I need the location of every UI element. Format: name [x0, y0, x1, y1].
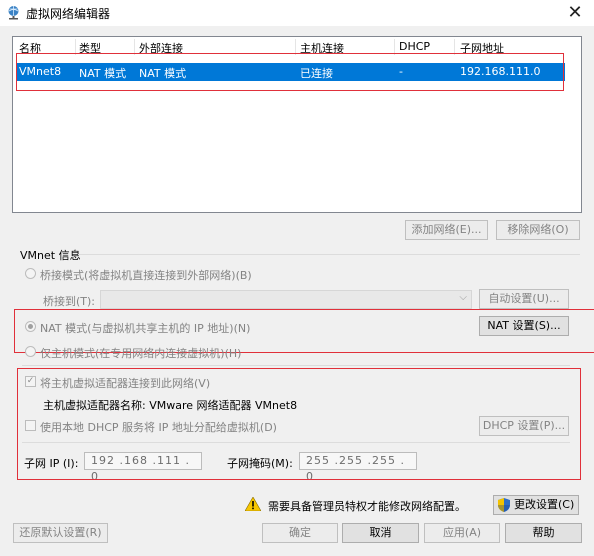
nat-label: NAT 模式(与虚拟机共享主机的 IP 地址)(N): [40, 322, 251, 335]
nat-settings-button[interactable]: NAT 设置(S)...: [479, 316, 569, 336]
cell-dhcp: -: [399, 65, 403, 78]
help-button[interactable]: 帮助: [505, 523, 582, 543]
ok-button[interactable]: 确定: [262, 523, 338, 543]
divider: [22, 365, 570, 366]
change-settings-label: 更改设置(C): [514, 498, 575, 511]
uac-shield-icon: [498, 498, 510, 512]
subnet-ip-label: 子网 IP (I):: [24, 457, 79, 470]
bridged-label: 桥接模式(将虚拟机直接连接到外部网络)(B): [40, 269, 252, 282]
warning-icon: [245, 497, 261, 511]
cell-subnet: 192.168.111.0: [460, 65, 541, 78]
connect-adapter-label: 将主机虚拟适配器连接到此网络(V): [40, 377, 211, 390]
cell-external: NAT 模式: [139, 67, 187, 80]
restore-defaults-button[interactable]: 还原默认设置(R): [13, 523, 108, 543]
subnet-ip-field[interactable]: 192 .168 .111 . 0: [84, 452, 202, 483]
column-header-dhcp[interactable]: DHCP: [399, 40, 430, 53]
vmnet-info-label: VMnet 信息: [20, 249, 81, 262]
connect-adapter-checkbox[interactable]: ✓: [25, 376, 36, 387]
table-row[interactable]: VMnet8 NAT 模式 NAT 模式 已连接 - 192.168.111.0: [17, 63, 565, 81]
dhcp-settings-button[interactable]: DHCP 设置(P)...: [479, 416, 569, 436]
bridge-to-select[interactable]: ⌵: [100, 290, 472, 309]
column-header-type[interactable]: 类型: [79, 40, 101, 56]
subnet-mask-field[interactable]: 255 .255 .255 . 0: [299, 452, 417, 483]
remove-network-button[interactable]: 移除网络(O): [496, 220, 580, 240]
bridge-to-label: 桥接到(T):: [43, 295, 96, 308]
title-bar: 虚拟网络编辑器 ✕: [0, 0, 594, 26]
close-icon: ✕: [567, 2, 583, 23]
cell-name: VMnet8: [19, 65, 62, 78]
cell-type: NAT 模式: [79, 67, 127, 80]
column-header-external[interactable]: 外部连接: [139, 40, 183, 56]
group-divider: [78, 254, 580, 255]
dhcp-checkbox[interactable]: [25, 420, 36, 431]
divider: [22, 442, 570, 443]
window-title: 虚拟网络编辑器: [26, 7, 111, 21]
bridged-radio[interactable]: [25, 268, 36, 279]
list-header: 名称 类型 外部连接 主机连接 DHCP 子网地址: [13, 37, 581, 57]
auto-settings-button[interactable]: 自动设置(U)...: [479, 289, 569, 309]
add-network-button[interactable]: 添加网络(E)...: [405, 220, 488, 240]
cell-host: 已连接: [300, 67, 333, 80]
apply-button[interactable]: 应用(A): [424, 523, 500, 543]
column-header-subnet[interactable]: 子网地址: [460, 40, 504, 56]
chevron-down-icon: ⌵: [459, 292, 467, 303]
column-header-host[interactable]: 主机连接: [300, 40, 344, 56]
hostonly-radio[interactable]: [25, 346, 36, 357]
close-button[interactable]: ✕: [560, 1, 590, 25]
change-settings-button[interactable]: 更改设置(C): [493, 495, 579, 515]
column-header-name[interactable]: 名称: [19, 40, 41, 56]
dhcp-label: 使用本地 DHCP 服务将 IP 地址分配给虚拟机(D): [40, 421, 277, 434]
hostonly-label: 仅主机模式(在专用网络内连接虚拟机)(H): [40, 347, 242, 360]
network-list[interactable]: 名称 类型 外部连接 主机连接 DHCP 子网地址 VMnet8 NAT 模式 …: [12, 36, 582, 213]
admin-warning-text: 需要具备管理员特权才能修改网络配置。: [268, 500, 466, 513]
nat-radio[interactable]: [25, 321, 36, 332]
subnet-mask-label: 子网掩码(M):: [227, 457, 293, 470]
cancel-button[interactable]: 取消: [342, 523, 419, 543]
network-globe-icon: [8, 6, 19, 20]
adapter-name-label: 主机虚拟适配器名称: VMware 网络适配器 VMnet8: [43, 399, 298, 412]
